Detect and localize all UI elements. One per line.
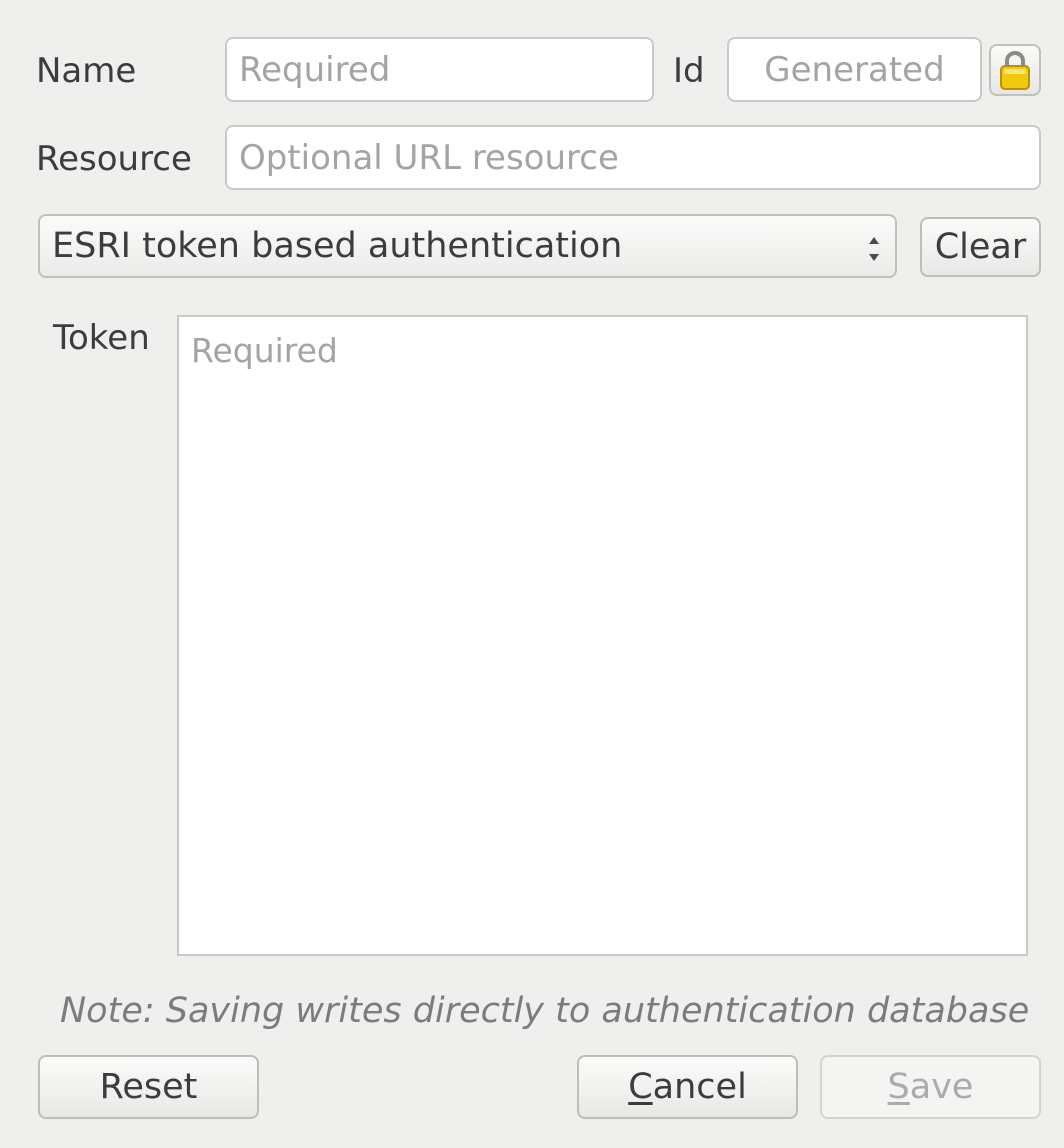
- cancel-mnemonic: C: [628, 1067, 653, 1107]
- authentication-dialog: Name Id Resource ESRI token based authen…: [0, 0, 1064, 1148]
- reset-button[interactable]: Reset: [38, 1055, 259, 1119]
- save-button[interactable]: Save: [820, 1055, 1041, 1119]
- resource-label: Resource: [36, 139, 192, 179]
- auth-method-select[interactable]: ESRI token based authentication: [38, 214, 897, 278]
- save-mnemonic: S: [887, 1067, 910, 1107]
- id-label: Id: [673, 51, 705, 91]
- name-input[interactable]: [225, 37, 654, 102]
- updown-arrows-icon: [867, 233, 881, 263]
- lock-icon: [998, 49, 1032, 91]
- save-note: Note: Saving writes directly to authenti…: [60, 991, 1030, 1031]
- save-label-rest: ave: [909, 1067, 974, 1107]
- cancel-label-rest: ancel: [652, 1067, 747, 1107]
- clear-button[interactable]: Clear: [920, 217, 1041, 277]
- token-textarea[interactable]: [177, 315, 1028, 956]
- auth-method-value: ESRI token based authentication: [52, 226, 623, 266]
- cancel-button[interactable]: Cancel: [577, 1055, 798, 1119]
- resource-input[interactable]: [225, 125, 1041, 190]
- token-label: Token: [53, 318, 150, 358]
- name-label: Name: [36, 51, 137, 91]
- id-input[interactable]: [727, 37, 982, 102]
- lock-id-button[interactable]: [989, 44, 1041, 96]
